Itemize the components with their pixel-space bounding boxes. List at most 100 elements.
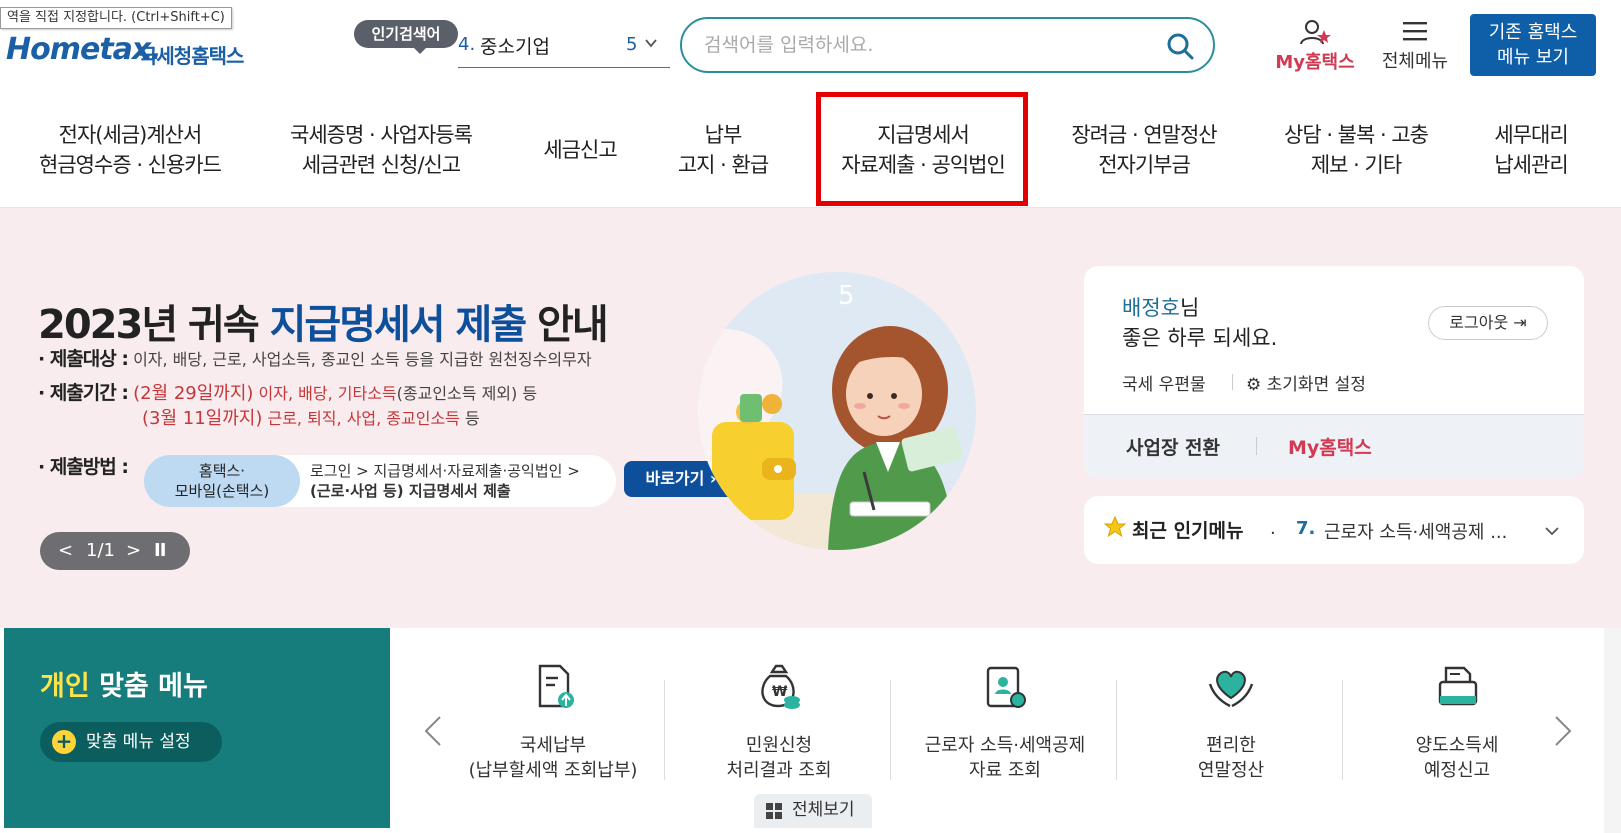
banner-title: 2023년 귀속 지급명세서 제출 안내 — [38, 302, 609, 348]
nav-label-1: 세금신고 — [543, 138, 617, 162]
prev-slide-button[interactable]: < — [58, 532, 73, 570]
popular-rank: 4. — [458, 34, 476, 55]
menu-item-transfer-income[interactable]: 양도소득세 예정신고 — [1344, 628, 1570, 828]
recent-menu-rank: 7. — [1296, 518, 1316, 539]
hero-banner: 2023년 귀속 지급명세서 제출 안내 · 제출대상 : 이자, 배당, 근로… — [0, 208, 1621, 628]
pause-button[interactable]: II — [154, 532, 166, 570]
custom-menu-carousel: 국세납부 (납부할세액 조회납부) ₩ 민원신청 처리결과 조회 근로자 소득·… — [390, 628, 1604, 828]
banner-period1-paren: (종교인소득 제외) — [396, 384, 518, 403]
svg-text:₩: ₩ — [772, 684, 788, 700]
divider — [1116, 680, 1117, 780]
my-hometax-button[interactable]: My홈택스 — [1270, 18, 1360, 78]
all-menu-label: 전체메뉴 — [1381, 51, 1449, 72]
menu-item-label-2: 처리결과 조회 — [726, 760, 832, 781]
banner-method-row: · 제출방법 : — [38, 452, 129, 479]
nav-label-1: 전자(세금)계산서 — [58, 123, 203, 147]
home-settings-link[interactable]: ⚙ 초기화면 설정 — [1246, 370, 1366, 395]
search-input[interactable] — [704, 31, 1144, 59]
custom-menu-section: 개인 맞춤 메뉴 + 맞춤 메뉴 설정 국세납부 (납부할세액 조회납부) ₩ … — [4, 628, 1604, 828]
popular-keyword[interactable]: 중소기업 — [480, 32, 550, 59]
banner-period-row: · 제출기간 : (2월 29일까지) 이자, 배당, 기타소득(종교인소득 제… — [38, 382, 538, 404]
user-card: 배정호님 좋은 하루 되세요. 로그아웃 ⇥ 국세 우편물 ⚙ 초기화면 설정 … — [1084, 266, 1584, 478]
main-nav: 전자(세금)계산서 현금영수증 · 신용카드 국세증명 · 사업자등록 세금관련… — [0, 92, 1621, 208]
nav-item-tax-agent[interactable]: 세무대리 납세관리 — [1478, 120, 1584, 180]
banner-period1-date: (2월 29일까지) — [133, 383, 254, 404]
view-all-button[interactable]: 전체보기 — [754, 794, 872, 828]
menu-item-worker-deduction[interactable]: 근로자 소득·세액공제 자료 조회 — [892, 628, 1118, 828]
hamburger-icon — [1403, 22, 1427, 41]
hometax-logo[interactable]: Hometax. 국세청홈택스 — [6, 26, 271, 78]
menu-item-year-end-settlement[interactable]: 편리한 연말정산 — [1118, 628, 1344, 828]
nav-item-consult[interactable]: 상담 · 불복 · 고충 제보 · 기타 — [1266, 120, 1446, 180]
divider — [664, 680, 665, 780]
banner-period2-date: (3월 11일까지) — [142, 408, 263, 429]
nav-item-certificate[interactable]: 국세증명 · 사업자등록 세금관련 신청/신고 — [276, 120, 486, 180]
logo-brand: Hometax. — [6, 32, 162, 67]
user-icon — [1300, 20, 1331, 45]
old-hometax-menu-button[interactable]: 기존 홈택스 메뉴 보기 — [1470, 14, 1596, 76]
menu-item-label-2: 예정신고 — [1423, 760, 1491, 781]
banner-period2-row: (3월 11일까지) 근로, 퇴직, 사업, 종교인소득 등 — [142, 408, 480, 429]
all-menu-button[interactable]: 전체메뉴 — [1376, 18, 1454, 78]
nav-label-2: 납세관리 — [1494, 153, 1568, 177]
nav-label-1: 납부 — [704, 123, 743, 147]
custom-menu-header: 개인 맞춤 메뉴 + 맞춤 메뉴 설정 — [4, 628, 390, 828]
menu-item-label-2: (납부할세액 조회납부) — [468, 760, 638, 781]
logo-name: 국세청홈택스 — [139, 44, 244, 68]
switch-business-button[interactable]: 사업장 전환 — [1126, 433, 1220, 460]
certificate-icon — [986, 666, 1026, 708]
recent-menu-label: 최근 인기메뉴 — [1132, 520, 1244, 542]
recent-popular-menu[interactable]: 최근 인기메뉴 . 7. 근로자 소득·세액공제 ... — [1084, 496, 1584, 564]
tax-mail-link[interactable]: 국세 우편물 — [1122, 370, 1206, 395]
menu-item-label-1: 국세납부 — [519, 735, 587, 756]
divider — [1342, 680, 1343, 780]
banner-target-row: · 제출대상 : 이자, 배당, 근로, 사업소득, 종교인 소득 등을 지급한… — [38, 344, 592, 371]
banner-method-path: 로그인 > 지급명세서·자료제출·공익법인 > (근로·사업 등) 지급명세서 … — [310, 462, 580, 500]
menu-item-label-1: 민원신청 — [745, 735, 813, 756]
logout-button[interactable]: 로그아웃 ⇥ — [1428, 306, 1548, 340]
banner-target-label: · 제출대상 : — [38, 348, 129, 370]
old-hometax-line2: 메뉴 보기 — [1497, 47, 1569, 68]
nav-label-1: 상담 · 불복 · 고충 — [1284, 123, 1429, 147]
banner-method-label: · 제출방법 : — [38, 456, 129, 478]
nav-item-incentive[interactable]: 장려금 · 연말정산 전자기부금 — [1054, 120, 1234, 180]
divider — [890, 680, 891, 780]
user-name: 배정호님 — [1122, 296, 1200, 320]
star-icon — [1104, 516, 1126, 538]
custom-menu-setting-button[interactable]: + 맞춤 메뉴 설정 — [40, 722, 222, 762]
highlight-box — [816, 92, 1028, 206]
popular-search-ticker[interactable]: 4. 중소기업 5 — [458, 28, 670, 68]
greeting-text: 좋은 하루 되세요. — [1122, 326, 1278, 350]
banner-pager: < 1/1 > II — [40, 532, 190, 570]
gear-icon: ⚙ — [1246, 375, 1262, 395]
my-hometax-link[interactable]: My홈택스 — [1288, 433, 1372, 460]
user-card-footer: 사업장 전환 My홈택스 — [1084, 414, 1584, 478]
header: 역을 직접 지정합니다. (Ctrl+Shift+C) Hometax. 국세청… — [0, 0, 1621, 92]
nav-label-2: 제보 · 기타 — [1310, 153, 1402, 177]
woman-illustration: 5 — [698, 281, 976, 550]
chevron-down-icon[interactable] — [1544, 524, 1560, 538]
banner-illustration: 5 — [698, 272, 976, 550]
next-slide-button[interactable]: > — [126, 532, 141, 570]
divider — [1256, 437, 1257, 455]
popular-next-rank: 5 — [626, 34, 638, 55]
chevron-right-icon[interactable] — [1550, 714, 1576, 748]
nav-label-2: 고지 · 환급 — [677, 153, 769, 177]
custom-menu-title: 개인 맞춤 메뉴 — [40, 671, 208, 702]
nav-item-tax-report[interactable]: 세금신고 — [530, 135, 630, 165]
my-hometax-label: My홈택스 — [1275, 52, 1355, 73]
menu-item-label-1: 양도소득세 — [1415, 735, 1499, 756]
menu-item-tax-payment[interactable]: 국세납부 (납부할세액 조회납부) — [440, 628, 666, 828]
search-icon[interactable] — [1165, 31, 1195, 61]
nav-item-payment[interactable]: 납부 고지 · 환급 — [660, 120, 786, 180]
page-gutter — [1604, 628, 1621, 833]
chevron-down-icon[interactable] — [644, 36, 658, 50]
recent-menu-item[interactable]: 근로자 소득·세액공제 ... — [1324, 518, 1507, 544]
banner-target-text: 이자, 배당, 근로, 사업소득, 종교인 소득 등을 지급한 원천징수의무자 — [133, 350, 592, 369]
banner-method-box: 홈택스· 모바일(손택스) 로그인 > 지급명세서·자료제출·공익법인 > (근… — [144, 455, 616, 507]
popular-search-badge: 인기검색어 — [354, 20, 458, 54]
money-bag-icon: ₩ — [761, 664, 800, 709]
printer-icon — [1438, 666, 1478, 706]
nav-item-einvoice[interactable]: 전자(세금)계산서 현금영수증 · 신용카드 — [28, 120, 232, 180]
banner-period-label: · 제출기간 : — [38, 382, 129, 404]
